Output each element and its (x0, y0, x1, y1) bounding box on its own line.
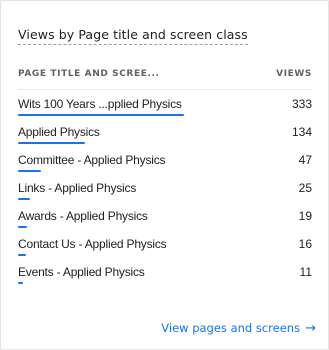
column-header-views[interactable]: VIEWS (276, 69, 312, 79)
card-title[interactable]: Views by Page title and screen class (18, 27, 248, 45)
column-header-page-title[interactable]: PAGE TITLE AND SCREE... (18, 69, 160, 79)
views-by-page-card: Views by Page title and screen class PAG… (0, 0, 329, 350)
row-views-value: 47 (298, 153, 312, 167)
row-page-title: Links - Applied Physics (18, 181, 137, 195)
row-views-value: 333 (291, 97, 312, 111)
table-row[interactable]: Awards - Applied Physics 19 (18, 202, 312, 230)
row-views-bar (18, 170, 41, 172)
row-views-value: 25 (298, 181, 312, 195)
row-views-bar (18, 198, 30, 200)
row-views-value: 11 (299, 265, 312, 279)
view-pages-and-screens-label: View pages and screens (161, 321, 301, 335)
table-row[interactable]: Events - Applied Physics 11 (18, 258, 312, 286)
table-row[interactable]: Committee - Applied Physics 47 (18, 146, 312, 174)
table-row[interactable]: Links - Applied Physics 25 (18, 174, 312, 202)
table-body: Wits 100 Years ...pplied Physics 333 Appli… (18, 90, 312, 286)
row-views-bar (18, 114, 184, 116)
arrow-right-icon: → (305, 321, 316, 336)
row-page-title: Contact Us - Applied Physics (18, 237, 167, 251)
row-views-bar (18, 282, 23, 284)
row-views-bar (18, 142, 85, 144)
row-page-title: Wits 100 Years ...pplied Physics (18, 97, 182, 111)
row-views-value: 19 (298, 209, 312, 223)
row-views-bar (18, 254, 26, 256)
row-page-title: Applied Physics (18, 125, 100, 139)
row-views-bar (18, 226, 27, 228)
row-views-value: 16 (298, 237, 312, 251)
table-row[interactable]: Applied Physics 134 (18, 118, 312, 146)
row-page-title: Events - Applied Physics (18, 265, 145, 279)
view-pages-and-screens-link[interactable]: View pages and screens → (161, 321, 316, 336)
row-page-title: Awards - Applied Physics (18, 209, 148, 223)
table-row[interactable]: Contact Us - Applied Physics 16 (18, 230, 312, 258)
row-views-value: 134 (291, 125, 312, 139)
table-row[interactable]: Wits 100 Years ...pplied Physics 333 (18, 90, 312, 118)
row-page-title: Committee - Applied Physics (18, 153, 166, 167)
